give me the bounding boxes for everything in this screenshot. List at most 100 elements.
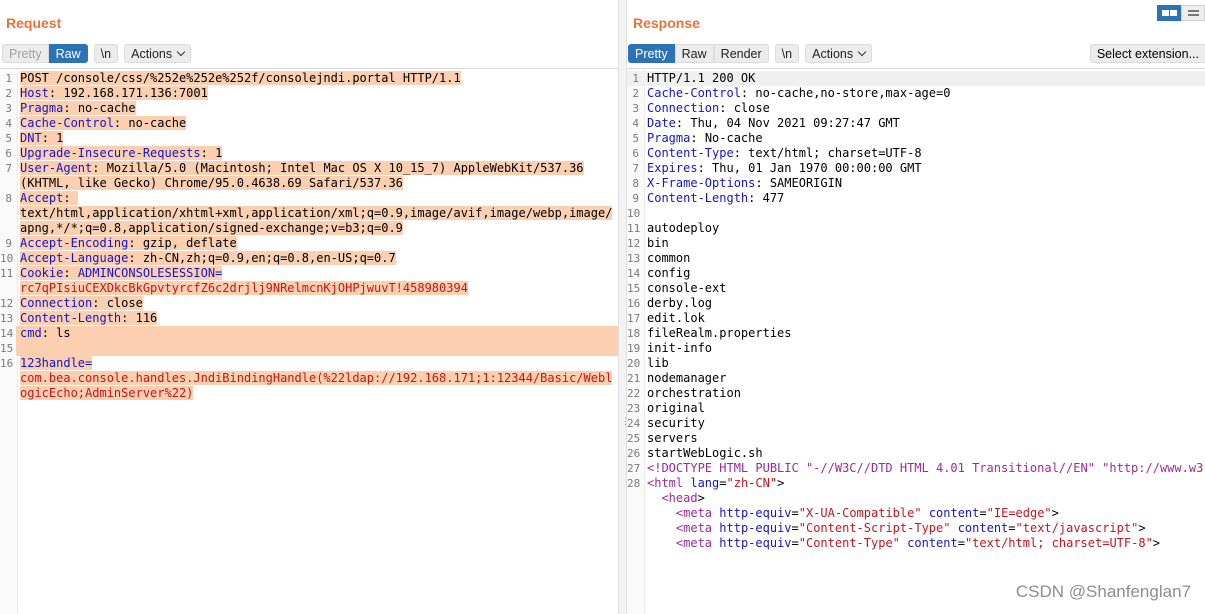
line-number: 11: [627, 222, 641, 235]
response-pretty-tab[interactable]: Pretty: [628, 44, 675, 63]
file-name: security: [647, 416, 705, 430]
response-body-line: 14 config: [627, 266, 1205, 281]
html-tag: <html: [647, 476, 684, 490]
response-body-line: 12 bin: [627, 236, 1205, 251]
request-editor[interactable]: 1 POST /console/css/%252e%252e%252f/conso…: [0, 68, 618, 614]
line-number: 23: [627, 402, 641, 415]
line-number: 9: [632, 192, 639, 205]
line-content: Pragma: no-cache: [16, 101, 614, 116]
stacked-layout-icon[interactable]: [1181, 5, 1205, 21]
select-extension-button[interactable]: Select extension...: [1089, 44, 1205, 63]
response-raw-tab[interactable]: Raw: [674, 44, 714, 63]
separator: :: [113, 116, 129, 130]
response-actions-button[interactable]: Actions: [805, 44, 873, 63]
request-panel: Request Pretty Raw \n Actions 1 POST /con…: [0, 0, 618, 614]
tag-close: >: [1138, 521, 1146, 535]
header-value: 1: [56, 131, 64, 145]
line-number: 7: [632, 162, 639, 175]
line-number: 5: [5, 132, 12, 145]
line-content: DNT: 1: [16, 131, 614, 146]
response-header-line: 10: [627, 206, 1205, 221]
panel-splitter[interactable]: ⋮: [618, 0, 630, 614]
header-value: close: [106, 296, 143, 310]
line-content: Content-Length: 477: [643, 191, 784, 206]
tag-close: >: [1152, 536, 1161, 550]
line-content: Connection: close: [643, 101, 770, 116]
tag-close: >: [697, 491, 705, 505]
response-body-line: 26 startWebLogic.sh: [627, 446, 1205, 461]
request-raw-tab[interactable]: Raw: [48, 44, 88, 63]
request-pretty-tab[interactable]: Pretty: [2, 44, 49, 63]
separator: :: [200, 146, 216, 160]
cookie-name: ADMINCONSOLESESSION=: [77, 266, 223, 280]
code-line: <head>: [627, 491, 1205, 506]
file-name: servers: [647, 431, 698, 445]
line-number: 15: [627, 282, 641, 295]
line-number: 21: [627, 372, 641, 385]
response-newline-toggle[interactable]: \n: [774, 44, 800, 63]
highlight: Cookie: ADMINCONSOLESESSION=: [20, 266, 223, 280]
header-value: ls: [56, 326, 71, 340]
header-value: zh-CN,zh;q=0.9,en;q=0.8,en-US;q=0.7: [142, 251, 396, 265]
meta-tag: <meta: [675, 521, 713, 535]
highlight-continued: (KHTML, like Gecko) Chrome/95.0.4638.69 …: [20, 176, 403, 190]
response-body-line: 19 init-info: [627, 341, 1205, 356]
line-number: 6: [632, 147, 639, 160]
file-name: derby.log: [647, 296, 713, 310]
response-panel: Response Pretty Raw Render \n Actions Se…: [627, 0, 1205, 614]
response-body-line: 15 console-ext: [627, 281, 1205, 296]
line-number: 14: [627, 267, 641, 280]
request-newline-toggle[interactable]: \n: [93, 44, 119, 63]
header-name: Expires: [647, 161, 698, 175]
response-header-line: 6 Content-Type: text/html; charset=UTF-8: [627, 146, 1205, 161]
request-line: 8 Accept: text/html,application/xhtml+xml…: [0, 191, 618, 236]
line-content: Accept-Language: zh-CN,zh;q=0.9,en;q=0.8…: [16, 251, 614, 266]
header-name: Cache-Control: [20, 116, 114, 130]
separator: :: [92, 296, 107, 310]
header-value: Thu, 04 Nov 2021 09:27:47 GMT: [690, 116, 900, 130]
line-number: 9: [5, 237, 12, 250]
response-view-mode: Pretty Raw Render: [628, 44, 769, 63]
response-body-line: 24 security: [627, 416, 1205, 431]
file-name: lib: [647, 356, 669, 370]
separator: :: [675, 116, 691, 130]
line-content: Date: Thu, 04 Nov 2021 09:27:47 GMT: [643, 116, 900, 131]
highlight: User-Agent: Mozilla/5.0 (Macintosh; Inte…: [20, 161, 584, 175]
header-name: DNT: [20, 131, 42, 145]
response-header-line: 4 Date: Thu, 04 Nov 2021 09:27:47 GMT: [627, 116, 1205, 131]
response-render-tab[interactable]: Render: [713, 44, 769, 63]
request-line: 3 Pragma: no-cache: [0, 101, 618, 116]
request-line: 2 Host: 192.168.171.136:7001: [0, 86, 618, 101]
meta-tag: <meta: [675, 506, 713, 520]
separator: :: [63, 266, 78, 280]
attr-name: http-equiv: [719, 536, 792, 550]
doctype-text: <!DOCTYPE HTML PUBLIC "-//W3C//DTD HTML …: [647, 461, 1205, 475]
line-content: Upgrade-Insecure-Requests: 1: [16, 146, 614, 161]
code-line: 28 <html lang="zh-CN">: [627, 476, 1205, 491]
header-value: 192.168.171.136:7001: [63, 86, 208, 100]
tag-close: >: [777, 476, 785, 490]
highlight: Upgrade-Insecure-Requests: 1: [20, 146, 223, 160]
line-content: cmd: ls: [16, 326, 614, 341]
attr-name: content: [957, 521, 1009, 535]
response-editor[interactable]: 1 HTTP/1.1 200 OK 2 Cache-Control: no-cache…: [627, 68, 1205, 614]
line-content: Accept-Encoding: gzip, deflate: [16, 236, 614, 251]
response-body-line: 22 orchestration: [627, 386, 1205, 401]
line-content: Content-Type: text/html; charset=UTF-8: [643, 146, 922, 161]
line-number-blank: [627, 536, 643, 551]
line-content: Host: 192.168.171.136:7001: [16, 86, 614, 101]
separator: :: [733, 146, 749, 160]
line-number: 1: [632, 72, 639, 85]
line-content: Pragma: No-cache: [643, 131, 763, 146]
line-number-blank: [627, 491, 643, 506]
side-by-side-layout-icon[interactable]: [1157, 5, 1181, 21]
line-number-blank: [627, 506, 643, 521]
line-number: 8: [632, 177, 639, 190]
request-view-mode: Pretty Raw: [2, 44, 88, 63]
highlight: 123handle=: [20, 356, 93, 370]
highlight: Connection: close: [20, 296, 143, 310]
watermark: CSDN @Shanfenglan7: [1015, 582, 1191, 601]
chevron-down-icon: [176, 47, 186, 57]
header-name: X-Frame-Options: [647, 176, 756, 190]
request-actions-button[interactable]: Actions: [124, 44, 192, 63]
